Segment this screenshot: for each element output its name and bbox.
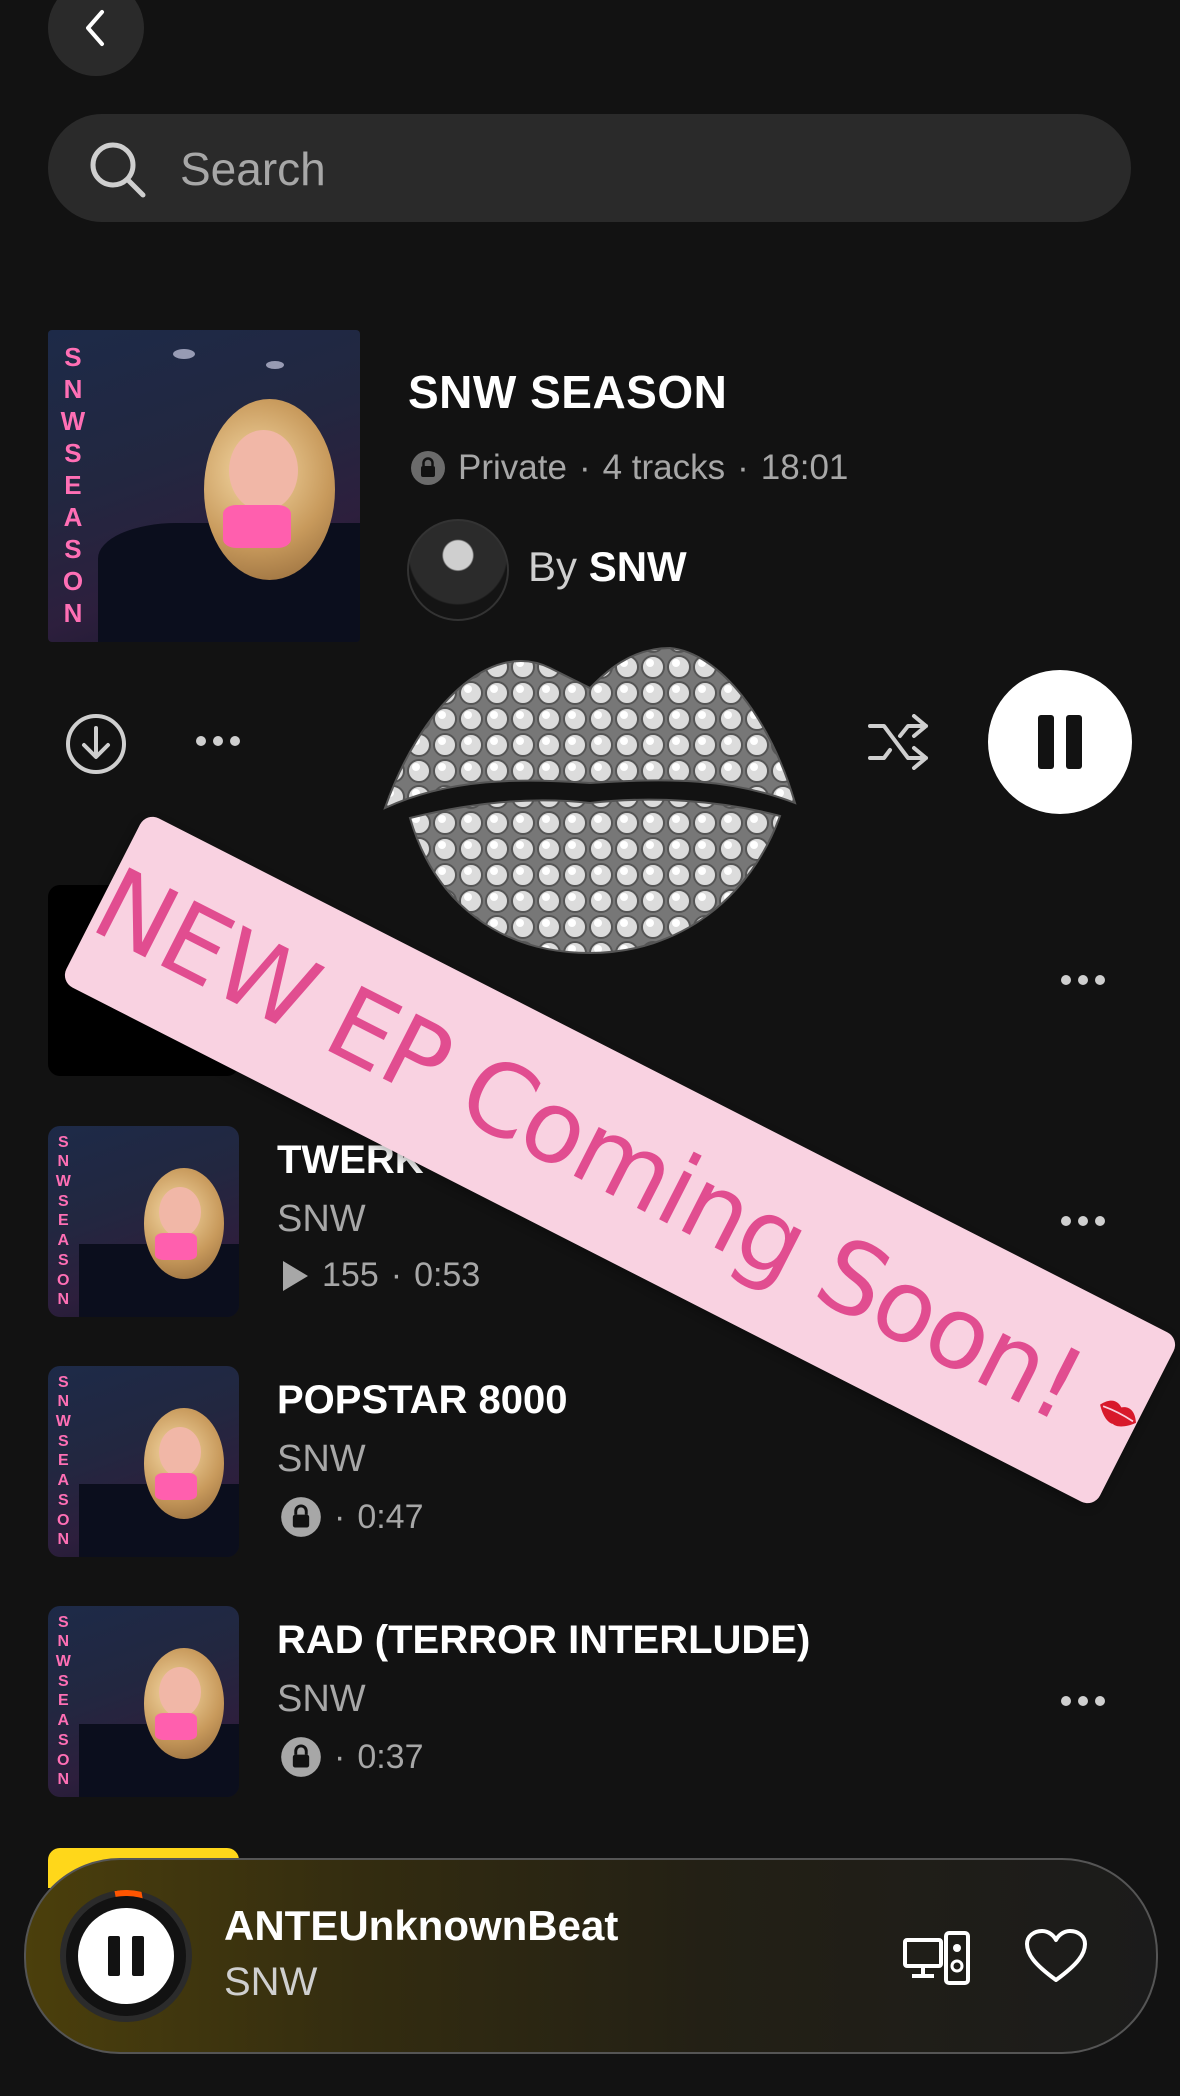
back-button[interactable]: [48, 0, 144, 76]
owner-line[interactable]: By SNW: [528, 543, 687, 591]
back-chevron-icon: [86, 10, 104, 46]
owner-name: SNW: [588, 543, 687, 590]
track-duration: 0:47: [357, 1497, 424, 1536]
owner-avatar[interactable]: [407, 519, 509, 621]
more-icon[interactable]: [195, 730, 241, 752]
track-artist: SNW: [277, 1198, 366, 1240]
download-icon[interactable]: [64, 712, 128, 776]
now-playing-title: ANTEUnknownBeat: [224, 1902, 619, 1949]
devices-icon[interactable]: [902, 1930, 972, 1986]
track-title: RAD (TERROR INTERLUDE): [277, 1618, 811, 1662]
shuffle-icon[interactable]: [868, 714, 930, 770]
track-row[interactable]: SNWSEASON RAD (TERROR INTERLUDE) SNW · 0:…: [0, 1606, 1180, 1806]
lock-icon: [281, 1737, 321, 1777]
track-more-icon[interactable]: [1060, 1694, 1106, 1708]
search-placeholder: Search: [180, 143, 326, 195]
track-plays: 155: [322, 1256, 379, 1294]
playlist-title: SNW SEASON: [408, 366, 728, 418]
track-artist: SNW: [277, 1678, 366, 1720]
track-artwork: SNWSEASON: [48, 1126, 239, 1317]
lock-icon: [411, 451, 445, 485]
playlist-pause-button[interactable]: [988, 670, 1132, 814]
pause-icon: [78, 1908, 174, 2004]
mini-player[interactable]: ANTEUnknownBeat SNW: [24, 1858, 1158, 2054]
lock-icon: [281, 1497, 321, 1537]
play-icon: [283, 1260, 308, 1291]
search-bar[interactable]: Search: [48, 114, 1131, 222]
track-more-icon[interactable]: [1060, 1214, 1106, 1228]
mini-player-pause-button[interactable]: [60, 1890, 192, 2022]
track-duration: 0:37: [357, 1737, 424, 1776]
track-artwork: SNWSEASON: [48, 1606, 239, 1797]
track-title: POPSTAR 8000: [277, 1378, 568, 1422]
privacy-label: Private: [458, 448, 567, 487]
cover-vertical-text: SNWSEASON: [60, 342, 86, 629]
now-playing-artist: SNW: [224, 1960, 318, 2004]
tracks-count: 4 tracks: [602, 448, 726, 487]
track-more-icon[interactable]: [1060, 973, 1106, 987]
track-artwork: SNWSEASON: [48, 1366, 239, 1557]
track-artist: SNW: [277, 1438, 366, 1480]
playlist-meta: Private · 4 tracks · 18:01: [410, 448, 848, 488]
playlist-cover[interactable]: SNWSEASON: [48, 330, 360, 642]
heart-icon[interactable]: [1024, 1928, 1088, 1984]
track-duration: 0:53: [414, 1256, 481, 1294]
search-icon: [90, 142, 146, 198]
playlist-duration: 18:01: [760, 448, 849, 487]
diamond-lips-sticker: [383, 646, 797, 955]
